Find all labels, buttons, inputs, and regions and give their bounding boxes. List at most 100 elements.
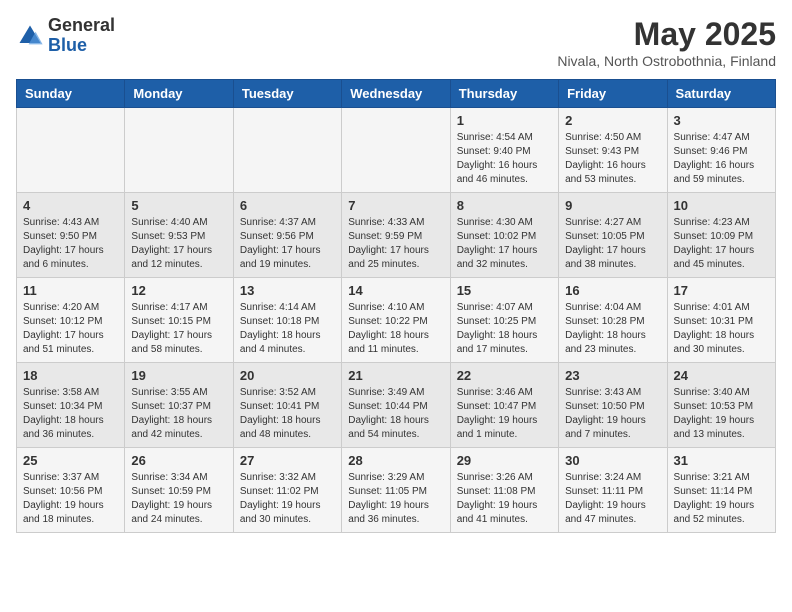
day-number: 25 <box>23 453 118 468</box>
calendar-cell: 31 Sunrise: 3:21 AM Sunset: 11:14 PM Dayl… <box>667 448 775 533</box>
day-number: 2 <box>565 113 660 128</box>
day-info: Sunrise: 4:01 AM Sunset: 10:31 PM Daylig… <box>674 301 769 357</box>
day-info: Sunrise: 3:32 AM Sunset: 11:02 PM Daylig… <box>240 471 335 527</box>
day-info: Sunrise: 4:23 AM Sunset: 10:09 PM Daylig… <box>674 216 769 272</box>
calendar-cell <box>125 108 233 193</box>
logo-text: General Blue <box>48 16 115 56</box>
calendar-cell: 18Sunrise: 3:58 AM Sunset: 10:34 PM Dayl… <box>17 363 125 448</box>
day-number: 30 <box>565 453 660 468</box>
day-info: Sunrise: 4:47 AM Sunset: 9:46 PM Dayligh… <box>674 131 769 187</box>
calendar-cell: 8 Sunrise: 4:30 AM Sunset: 10:02 PM Dayli… <box>450 193 558 278</box>
day-info: Sunrise: 3:46 AM Sunset: 10:47 PM Daylig… <box>457 386 552 442</box>
calendar-cell: 11 Sunrise: 4:20 AM Sunset: 10:12 PM Dayl… <box>17 278 125 363</box>
calendar-cell <box>233 108 341 193</box>
day-number: 5 <box>131 198 226 213</box>
calendar-week-row: 11 Sunrise: 4:20 AM Sunset: 10:12 PM Dayl… <box>17 278 776 363</box>
day-info: Sunrise: 3:26 AM Sunset: 11:08 PM Daylig… <box>457 471 552 527</box>
calendar-cell: 2 Sunrise: 4:50 AM Sunset: 9:43 PM Daylig… <box>559 108 667 193</box>
day-info: Sunrise: 4:17 AM Sunset: 10:15 PM Daylig… <box>131 301 226 357</box>
calendar-cell: 28Sunrise: 3:29 AM Sunset: 11:05 PM Dayl… <box>342 448 450 533</box>
calendar-cell: 26Sunrise: 3:34 AM Sunset: 10:59 PM Dayl… <box>125 448 233 533</box>
calendar-cell: 13 Sunrise: 4:14 AM Sunset: 10:18 PM Dayl… <box>233 278 341 363</box>
calendar-week-row: 4Sunrise: 4:43 AM Sunset: 9:50 PM Daylig… <box>17 193 776 278</box>
day-number: 24 <box>674 368 769 383</box>
day-info: Sunrise: 3:40 AM Sunset: 10:53 PM Daylig… <box>674 386 769 442</box>
calendar-cell <box>342 108 450 193</box>
calendar-cell: 6Sunrise: 4:37 AM Sunset: 9:56 PM Daylig… <box>233 193 341 278</box>
day-info: Sunrise: 4:54 AM Sunset: 9:40 PM Dayligh… <box>457 131 552 187</box>
day-number: 26 <box>131 453 226 468</box>
calendar-cell: 29Sunrise: 3:26 AM Sunset: 11:08 PM Dayl… <box>450 448 558 533</box>
day-number: 12 <box>131 283 226 298</box>
title-block: May 2025 Nivala, North Ostrobothnia, Fin… <box>557 16 776 69</box>
day-info: Sunrise: 3:49 AM Sunset: 10:44 PM Daylig… <box>348 386 443 442</box>
day-info: Sunrise: 3:52 AM Sunset: 10:41 PM Daylig… <box>240 386 335 442</box>
day-number: 4 <box>23 198 118 213</box>
day-number: 8 <box>457 198 552 213</box>
calendar-cell: 12 Sunrise: 4:17 AM Sunset: 10:15 PM Dayl… <box>125 278 233 363</box>
calendar-cell: 20 Sunrise: 3:52 AM Sunset: 10:41 PM Dayl… <box>233 363 341 448</box>
day-info: Sunrise: 3:43 AM Sunset: 10:50 PM Daylig… <box>565 386 660 442</box>
calendar-cell: 16 Sunrise: 4:04 AM Sunset: 10:28 PM Dayl… <box>559 278 667 363</box>
day-number: 14 <box>348 283 443 298</box>
calendar-week-row: 1 Sunrise: 4:54 AM Sunset: 9:40 PM Daylig… <box>17 108 776 193</box>
calendar-cell: 27 Sunrise: 3:32 AM Sunset: 11:02 PM Dayl… <box>233 448 341 533</box>
calendar-cell: 5 Sunrise: 4:40 AM Sunset: 9:53 PM Daylig… <box>125 193 233 278</box>
weekday-header-row: SundayMondayTuesdayWednesdayThursdayFrid… <box>17 80 776 108</box>
day-info: Sunrise: 4:10 AM Sunset: 10:22 PM Daylig… <box>348 301 443 357</box>
calendar-cell: 3Sunrise: 4:47 AM Sunset: 9:46 PM Daylig… <box>667 108 775 193</box>
day-number: 23 <box>565 368 660 383</box>
day-info: Sunrise: 4:20 AM Sunset: 10:12 PM Daylig… <box>23 301 118 357</box>
calendar-cell: 7 Sunrise: 4:33 AM Sunset: 9:59 PM Daylig… <box>342 193 450 278</box>
calendar-cell: 15Sunrise: 4:07 AM Sunset: 10:25 PM Dayl… <box>450 278 558 363</box>
day-number: 31 <box>674 453 769 468</box>
day-number: 28 <box>348 453 443 468</box>
calendar-cell: 17 Sunrise: 4:01 AM Sunset: 10:31 PM Dayl… <box>667 278 775 363</box>
calendar-cell: 4Sunrise: 4:43 AM Sunset: 9:50 PM Daylig… <box>17 193 125 278</box>
calendar-cell: 25 Sunrise: 3:37 AM Sunset: 10:56 PM Dayl… <box>17 448 125 533</box>
calendar-cell <box>17 108 125 193</box>
day-number: 7 <box>348 198 443 213</box>
day-number: 6 <box>240 198 335 213</box>
weekday-header-wednesday: Wednesday <box>342 80 450 108</box>
day-info: Sunrise: 4:27 AM Sunset: 10:05 PM Daylig… <box>565 216 660 272</box>
day-info: Sunrise: 3:55 AM Sunset: 10:37 PM Daylig… <box>131 386 226 442</box>
logo: General Blue <box>16 16 115 56</box>
calendar-title: May 2025 <box>557 16 776 53</box>
day-number: 17 <box>674 283 769 298</box>
day-number: 1 <box>457 113 552 128</box>
day-number: 20 <box>240 368 335 383</box>
calendar-cell: 22 Sunrise: 3:46 AM Sunset: 10:47 PM Dayl… <box>450 363 558 448</box>
calendar-cell: 10 Sunrise: 4:23 AM Sunset: 10:09 PM Dayl… <box>667 193 775 278</box>
day-number: 22 <box>457 368 552 383</box>
day-info: Sunrise: 4:50 AM Sunset: 9:43 PM Dayligh… <box>565 131 660 187</box>
calendar-cell: 14 Sunrise: 4:10 AM Sunset: 10:22 PM Dayl… <box>342 278 450 363</box>
day-info: Sunrise: 4:33 AM Sunset: 9:59 PM Dayligh… <box>348 216 443 272</box>
logo-general: General <box>48 16 115 36</box>
logo-blue: Blue <box>48 36 115 56</box>
day-number: 16 <box>565 283 660 298</box>
weekday-header-saturday: Saturday <box>667 80 775 108</box>
day-number: 10 <box>674 198 769 213</box>
weekday-header-sunday: Sunday <box>17 80 125 108</box>
day-info: Sunrise: 3:21 AM Sunset: 11:14 PM Daylig… <box>674 471 769 527</box>
calendar-week-row: 25 Sunrise: 3:37 AM Sunset: 10:56 PM Dayl… <box>17 448 776 533</box>
weekday-header-thursday: Thursday <box>450 80 558 108</box>
calendar-week-row: 18Sunrise: 3:58 AM Sunset: 10:34 PM Dayl… <box>17 363 776 448</box>
day-info: Sunrise: 3:37 AM Sunset: 10:56 PM Daylig… <box>23 471 118 527</box>
day-info: Sunrise: 4:07 AM Sunset: 10:25 PM Daylig… <box>457 301 552 357</box>
day-info: Sunrise: 3:24 AM Sunset: 11:11 PM Daylig… <box>565 471 660 527</box>
day-info: Sunrise: 4:40 AM Sunset: 9:53 PM Dayligh… <box>131 216 226 272</box>
day-number: 11 <box>23 283 118 298</box>
weekday-header-monday: Monday <box>125 80 233 108</box>
day-info: Sunrise: 4:04 AM Sunset: 10:28 PM Daylig… <box>565 301 660 357</box>
day-number: 27 <box>240 453 335 468</box>
calendar-cell: 23 Sunrise: 3:43 AM Sunset: 10:50 PM Dayl… <box>559 363 667 448</box>
day-info: Sunrise: 4:14 AM Sunset: 10:18 PM Daylig… <box>240 301 335 357</box>
day-number: 13 <box>240 283 335 298</box>
calendar-cell: 24 Sunrise: 3:40 AM Sunset: 10:53 PM Dayl… <box>667 363 775 448</box>
page-header: General Blue May 2025 Nivala, North Ostr… <box>16 16 776 69</box>
day-number: 9 <box>565 198 660 213</box>
day-info: Sunrise: 4:30 AM Sunset: 10:02 PM Daylig… <box>457 216 552 272</box>
logo-icon <box>16 22 44 50</box>
